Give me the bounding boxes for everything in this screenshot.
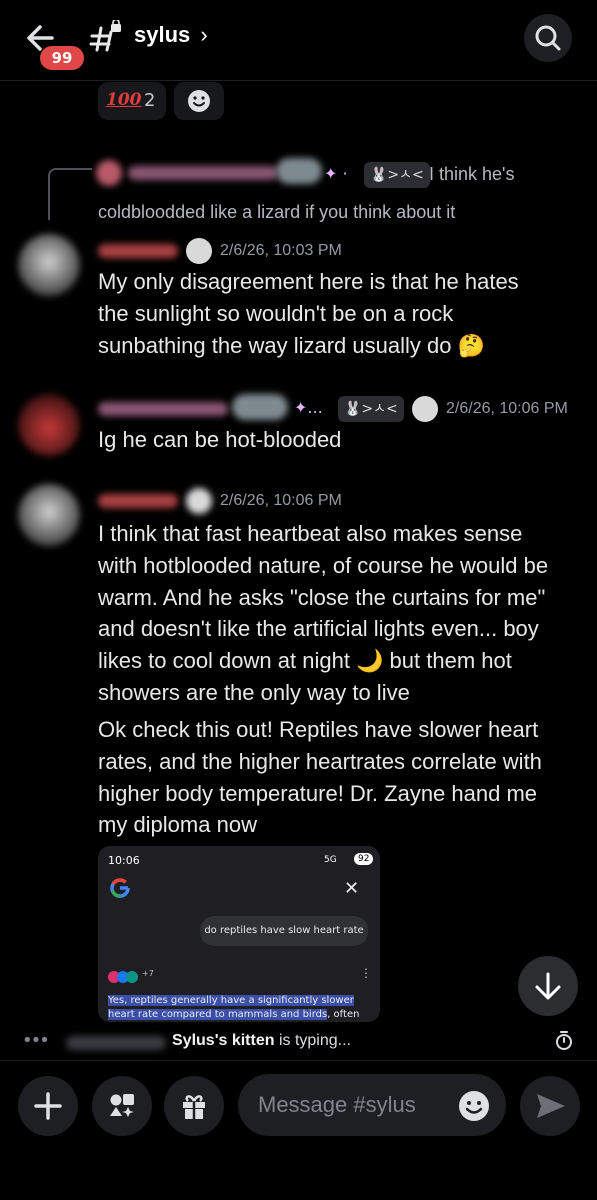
reply-username	[128, 166, 278, 180]
message-input-placeholder: Message #sylus	[258, 1092, 416, 1117]
smiley-icon	[188, 90, 210, 112]
timestamp: 2/6/26, 10:06 PM	[446, 400, 568, 417]
message-line: with hotblooded nature, of course he wou…	[98, 552, 549, 578]
message-line: I think that fast heartbeat also makes s…	[98, 521, 523, 546]
channel-title[interactable]: sylus ›	[134, 22, 208, 48]
reply-text-line1[interactable]: I think he's	[429, 164, 514, 185]
message-content[interactable]: My only disagreement here is that he hat…	[98, 266, 519, 361]
unread-badge: 99	[40, 46, 84, 70]
more-icon: ⋮	[360, 966, 372, 980]
source-icons	[108, 968, 138, 987]
message-line: showers are the only way to live	[98, 679, 410, 705]
message-line: Ok check this out! Reptiles have slower …	[98, 717, 539, 742]
apps-icon	[110, 1094, 134, 1117]
reaction-count: 2	[144, 90, 156, 111]
google-logo-icon	[110, 878, 130, 898]
typing-dots-icon: •••	[22, 1030, 50, 1051]
close-icon: ✕	[344, 878, 360, 899]
send-button[interactable]	[520, 1076, 580, 1136]
gift-icon	[183, 1095, 205, 1119]
message-line: sunbathing the way lizard usually do 🤔	[98, 332, 485, 358]
message-line: higher body temperature! Dr. Zayne hand …	[98, 780, 538, 806]
reply-user-tag: 🐰>ㅅ<	[364, 162, 430, 188]
message-line: Ig he can be hot-blooded	[98, 427, 342, 452]
message-content[interactable]: I think that fast heartbeat also makes s…	[98, 518, 548, 709]
avatar[interactable]	[18, 484, 80, 546]
send-icon	[537, 1094, 565, 1118]
message-line: My only disagreement here is that he hat…	[98, 269, 519, 294]
message-line: and doesn't like the artificial lights e…	[98, 616, 539, 642]
timestamp: 2/6/26, 10:06 PM	[220, 492, 342, 509]
user-tag: 🐰>ㅅ<	[338, 396, 404, 422]
search-query-bubble: do reptiles have slow heart rate	[200, 916, 368, 946]
username[interactable]	[98, 244, 178, 258]
reaction-hundred[interactable]: 100 2	[98, 82, 166, 120]
search-icon	[535, 25, 561, 51]
typing-suffix: is typing...	[274, 1032, 351, 1049]
channel-name: sylus	[134, 22, 191, 47]
typing-user-blurred	[66, 1036, 166, 1050]
smiley-icon	[459, 1091, 489, 1121]
arrow-down-icon	[535, 972, 561, 1000]
reply-avatar	[96, 160, 122, 186]
reply-connector	[48, 168, 92, 220]
highlighted-answer: Yes, reptiles generally have a significa…	[108, 995, 354, 1020]
typing-indicator: Sylus's kitten is typing...	[172, 1032, 351, 1050]
message-line: rates, and the higher heartrates correla…	[98, 748, 542, 774]
gift-button[interactable]	[164, 1076, 224, 1136]
sparkle-icon: ✦...	[294, 398, 323, 417]
attachment-battery: 92	[354, 853, 374, 865]
avatar[interactable]	[18, 234, 80, 296]
message-line: likes to cool down at night 🌙 but them h…	[98, 648, 512, 674]
user-badge-icon	[186, 488, 212, 514]
message-content[interactable]: Ok check this out! Reptiles have slower …	[98, 714, 542, 841]
reply-text-line2[interactable]: coldbloodded like a lizard if you think …	[98, 202, 455, 223]
apps-button[interactable]	[92, 1076, 152, 1136]
message-content[interactable]: Ig he can be hot-blooded	[98, 424, 341, 456]
ai-overview-text: Yes, reptiles generally have a significa…	[108, 994, 372, 1022]
hundred-points-icon: 100	[106, 90, 142, 110]
attachment-status-time: 10:06	[108, 854, 140, 867]
user-badge-icon	[186, 238, 212, 264]
user-badge-icon	[412, 396, 438, 422]
image-attachment[interactable]: 10:06 5G 92 ✕ do reptiles have slow hear…	[98, 846, 380, 1022]
source-count: +7	[142, 969, 154, 978]
channel-hash-lock-icon	[88, 18, 122, 54]
username[interactable]	[98, 494, 178, 508]
timestamp: 2/6/26, 10:03 PM	[220, 242, 342, 259]
add-reaction-button[interactable]	[174, 82, 224, 120]
chevron-right-icon: ›	[200, 22, 208, 47]
message-line: warm. And he asks "close the curtains fo…	[98, 584, 546, 610]
user-badge	[232, 394, 288, 420]
slowmode-timer-icon	[554, 1030, 574, 1056]
reply-user-badge	[276, 158, 322, 184]
add-attachment-button[interactable]	[18, 1076, 78, 1136]
typing-user: Sylus's kitten	[172, 1032, 275, 1049]
emoji-button[interactable]	[456, 1088, 492, 1124]
search-button[interactable]	[524, 14, 572, 62]
jump-to-bottom-button[interactable]	[518, 956, 578, 1016]
username[interactable]	[98, 402, 228, 416]
message-line: my diploma now	[98, 812, 257, 838]
attachment-status-5g: 5G	[324, 855, 337, 865]
plus-icon	[34, 1092, 62, 1120]
avatar[interactable]	[18, 394, 80, 456]
message-line: the sunlight so wouldn't be on a rock	[98, 300, 454, 326]
sparkle-icon: ✦ ·	[324, 164, 348, 183]
